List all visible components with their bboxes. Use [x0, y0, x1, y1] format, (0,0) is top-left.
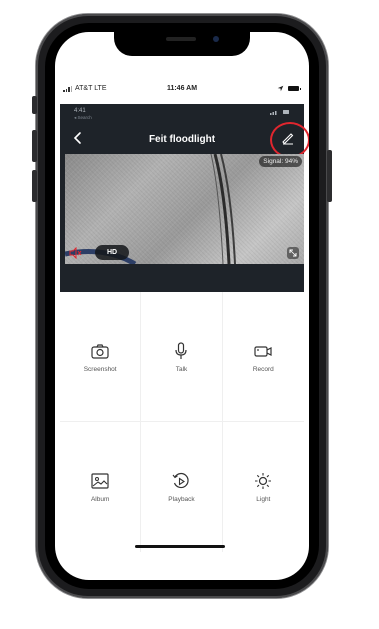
screenshot-label: Screenshot [83, 365, 117, 373]
speaker-grille [166, 37, 196, 41]
quality-toggle-button[interactable]: HD [95, 245, 129, 260]
power-button [327, 150, 332, 202]
app-status-time: 4:41 [74, 108, 86, 114]
playback-label: Playback [168, 496, 195, 503]
camera-icon [91, 343, 109, 359]
talk-label: Talk [175, 365, 188, 373]
album-label: Album [90, 496, 110, 503]
status-right [277, 85, 301, 92]
phone-screen: AT&T LTE 11:46 AM 4:41 ◂ Search Feit flo… [55, 32, 309, 580]
app-header: 4:41 ◂ Search Feit floodlight Signal: 94… [60, 104, 309, 292]
action-grid: Screenshot Talk Record Album Playback Li… [60, 292, 304, 552]
playback-icon [173, 472, 190, 489]
notch [114, 32, 250, 56]
light-button[interactable]: Light [223, 422, 304, 552]
fullscreen-icon[interactable] [286, 246, 300, 260]
status-bar: AT&T LTE 11:46 AM [55, 82, 309, 96]
app-status-icons [270, 109, 290, 117]
live-video-feed[interactable]: Signal: 94% HD [65, 154, 304, 264]
home-indicator[interactable] [135, 545, 225, 548]
front-camera [213, 36, 219, 42]
battery-icon [288, 86, 301, 91]
album-button[interactable]: Album [60, 422, 142, 552]
phone-mockup: AT&T LTE 11:46 AM 4:41 ◂ Search Feit flo… [0, 0, 379, 629]
record-label: Record [252, 365, 274, 373]
light-label: Light [256, 496, 271, 503]
volume-down-button [32, 170, 37, 202]
screenshot-button[interactable]: Screenshot [60, 292, 142, 422]
playback-button[interactable]: Playback [141, 422, 223, 552]
device-title: Feit floodlight [148, 134, 216, 145]
app-status-back-label: ◂ Search [74, 115, 92, 120]
video-camera-icon [254, 345, 272, 357]
image-icon [91, 473, 109, 489]
highlight-circle-annotation [270, 122, 309, 158]
speaker-muted-icon[interactable] [68, 246, 82, 260]
microphone-icon [175, 341, 188, 359]
record-button[interactable]: Record [222, 292, 304, 422]
talk-button[interactable]: Talk [141, 292, 223, 422]
sun-icon [255, 473, 272, 489]
signal-strength-badge: Signal: 94% [259, 156, 302, 167]
app-signal-icon [270, 110, 289, 115]
status-time: 11:46 AM [166, 85, 198, 92]
mute-switch [32, 96, 37, 114]
volume-up-button [32, 130, 37, 162]
location-icon [277, 85, 284, 92]
